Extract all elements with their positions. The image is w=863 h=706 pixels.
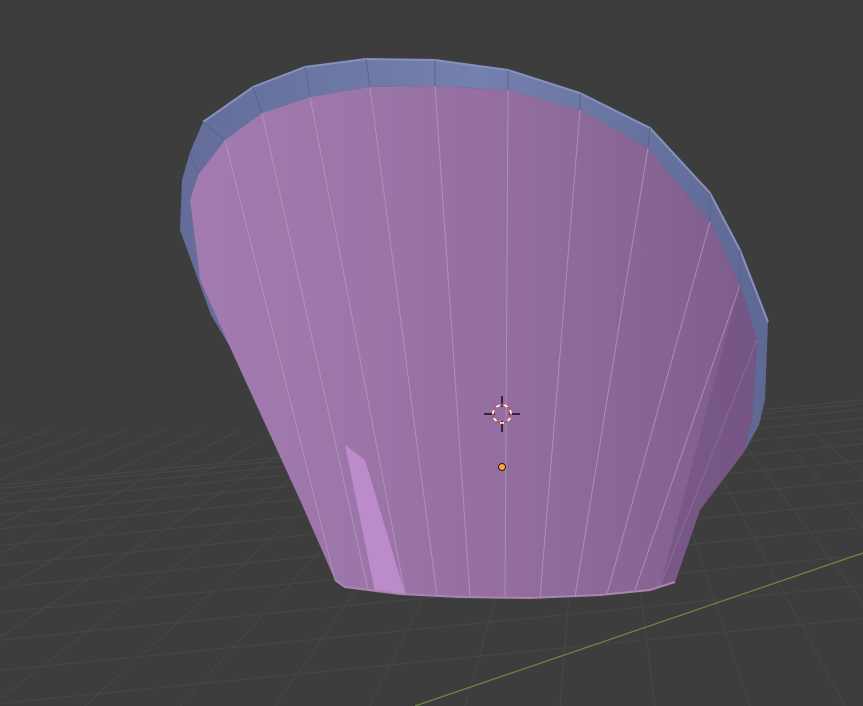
origin-point-icon[interactable] [498,463,506,471]
viewport-canvas[interactable] [0,0,863,706]
3d-viewport[interactable] [0,0,863,706]
